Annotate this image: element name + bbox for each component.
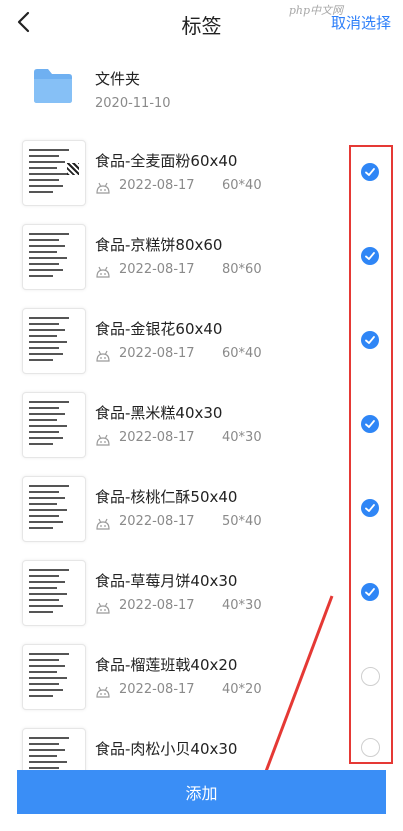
label-name: 食品-草莓月饼40x30 [95, 572, 238, 590]
label-size: 40*30 [222, 430, 262, 445]
cancel-selection-button[interactable]: 取消选择 [331, 12, 391, 33]
label-name: 食品-黑米糕40x30 [95, 404, 223, 422]
header: 标签 php中文网 取消选择 [0, 0, 403, 46]
label-row[interactable]: 食品-黑米糕40x30 2022-08-17 40*30 [0, 390, 403, 474]
label-row[interactable]: 食品-核桃仁酥50x40 2022-08-17 50*40 [0, 474, 403, 558]
label-name: 食品-金银花60x40 [95, 320, 223, 338]
android-icon [96, 686, 110, 698]
folder-name: 文件夹 [95, 70, 141, 88]
folder-item[interactable]: 文件夹 2020-11-10 [0, 60, 403, 120]
label-thumbnail [22, 392, 86, 458]
android-icon [96, 182, 110, 194]
label-size: 80*60 [222, 262, 262, 277]
label-date: 2022-08-17 [119, 598, 195, 613]
label-thumbnail [22, 140, 86, 206]
label-name: 食品-榴莲班戟40x20 [95, 656, 238, 674]
label-row[interactable]: 食品-京糕饼80x60 2022-08-17 80*60 [0, 222, 403, 306]
label-name: 食品-肉松小贝40x30 [95, 740, 238, 758]
label-thumbnail [22, 644, 86, 710]
label-date: 2022-08-17 [119, 346, 195, 361]
label-row[interactable]: 食品-金银花60x40 2022-08-17 60*40 [0, 306, 403, 390]
label-date: 2022-08-17 [119, 430, 195, 445]
label-list: 食品-全麦面粉60x40 2022-08-17 60*40 食品-京糕饼80x60 20… [0, 138, 403, 810]
annotation-box [349, 145, 393, 764]
folder-icon [34, 69, 72, 103]
label-size: 60*40 [222, 346, 262, 361]
label-thumbnail [22, 308, 86, 374]
label-size: 50*40 [222, 514, 262, 529]
label-name: 食品-核桃仁酥50x40 [95, 488, 238, 506]
label-row[interactable]: 食品-全麦面粉60x40 2022-08-17 60*40 [0, 138, 403, 222]
label-size: 60*40 [222, 178, 262, 193]
android-icon [96, 266, 110, 278]
label-date: 2022-08-17 [119, 262, 195, 277]
label-date: 2022-08-17 [119, 682, 195, 697]
label-row[interactable]: 食品-草莓月饼40x30 2022-08-17 40*30 [0, 558, 403, 642]
label-name: 食品-京糕饼80x60 [95, 236, 223, 254]
label-row[interactable]: 食品-榴莲班戟40x20 2022-08-17 40*20 [0, 642, 403, 726]
label-thumbnail [22, 560, 86, 626]
label-date: 2022-08-17 [119, 178, 195, 193]
label-size: 40*30 [222, 598, 262, 613]
add-button[interactable]: 添加 [17, 770, 386, 814]
label-name: 食品-全麦面粉60x40 [95, 152, 238, 170]
label-date: 2022-08-17 [119, 514, 195, 529]
folder-date: 2020-11-10 [95, 96, 171, 111]
android-icon [96, 518, 110, 530]
label-thumbnail [22, 476, 86, 542]
android-icon [96, 350, 110, 362]
label-size: 40*20 [222, 682, 262, 697]
label-thumbnail [22, 224, 86, 290]
android-icon [96, 602, 110, 614]
android-icon [96, 434, 110, 446]
